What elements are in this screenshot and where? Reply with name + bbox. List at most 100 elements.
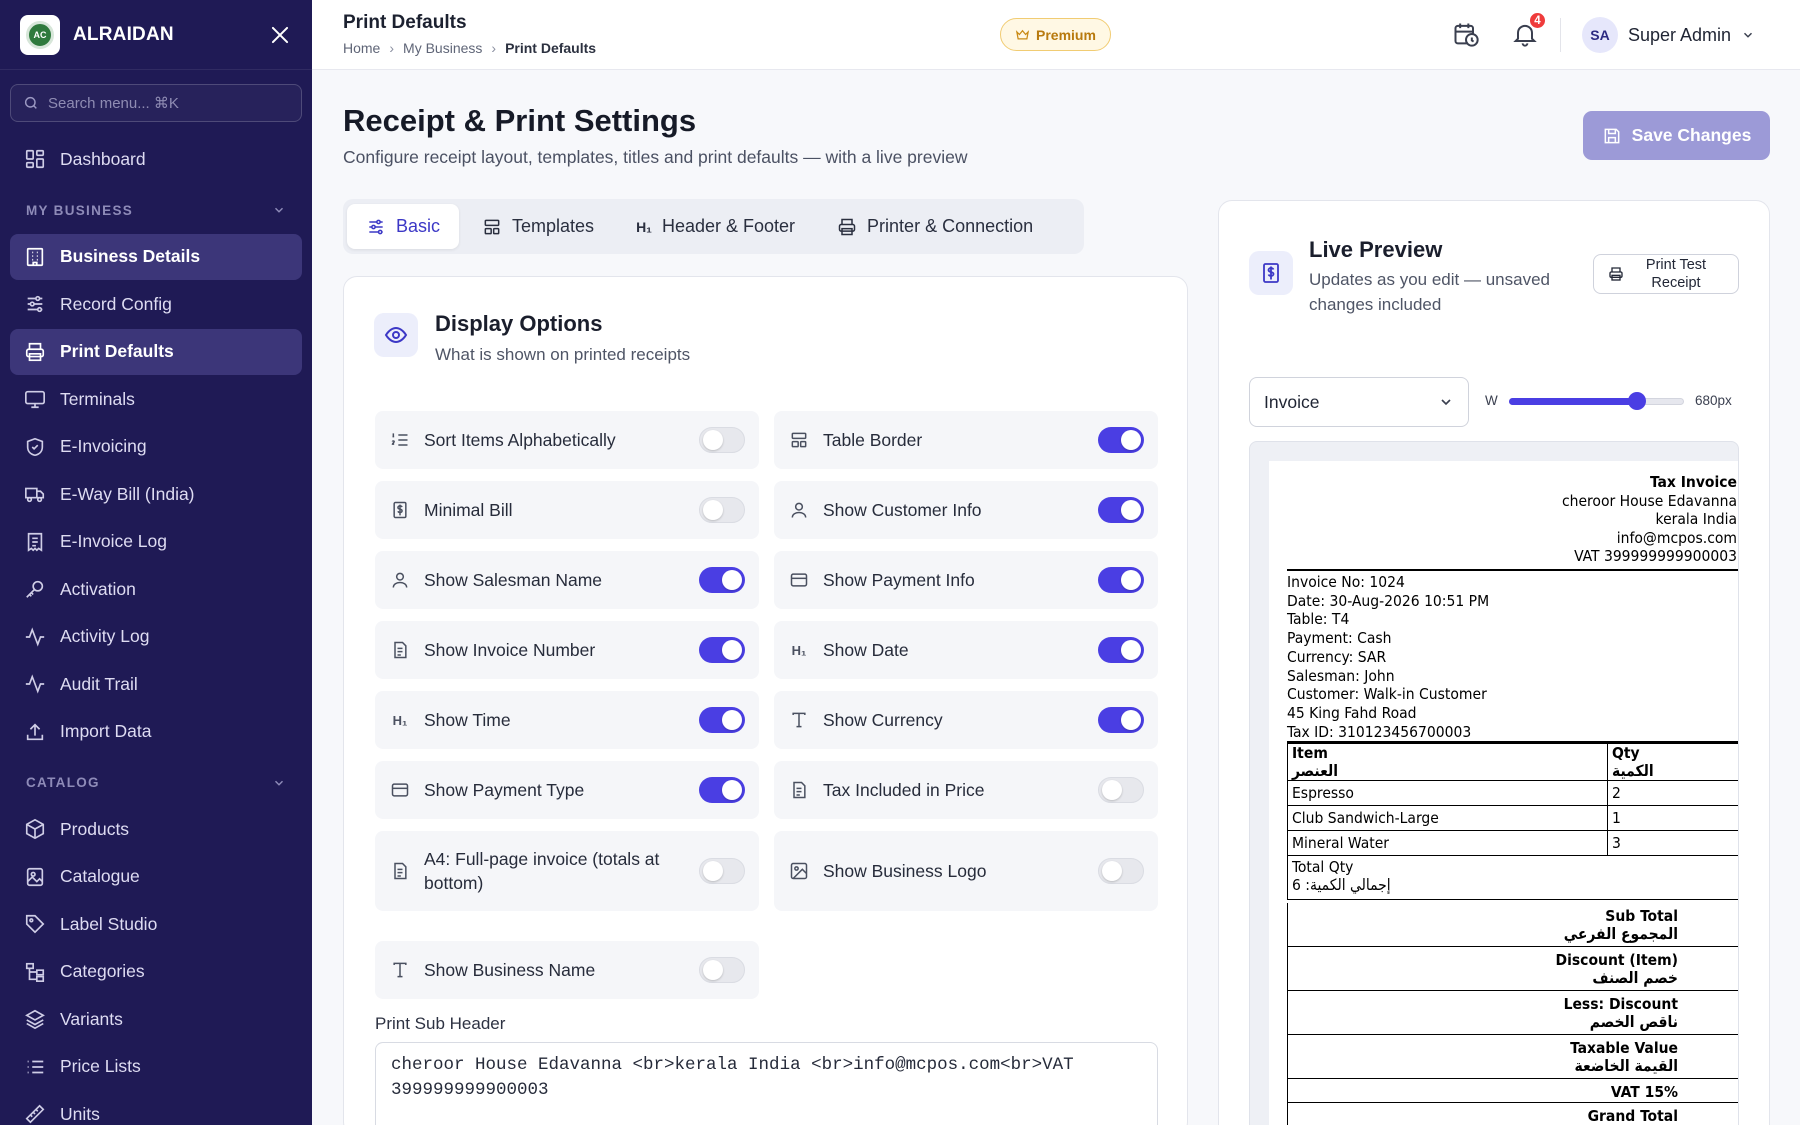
sidebar-item-record-config[interactable]: Record Config [10, 281, 302, 327]
toggle-tax-included-in-price[interactable] [1098, 777, 1144, 803]
tab-basic[interactable]: Basic [347, 204, 460, 249]
premium-label: Premium [1036, 26, 1096, 43]
display-options-subtitle: What is shown on printed receipts [435, 345, 691, 364]
nav-section-catalog[interactable]: CATALOG [0, 761, 312, 805]
sidebar-item-import-data[interactable]: Import Data [10, 709, 302, 755]
layout-icon [484, 219, 500, 234]
option-label: Table Border [823, 430, 923, 450]
sidebar-item-activity-log[interactable]: Activity Log [10, 614, 302, 660]
sidebar-item-products[interactable]: Products [10, 806, 302, 852]
tab-templates[interactable]: Templates [463, 204, 613, 249]
option-label: Show Salesman Name [424, 570, 602, 590]
chevron-down-icon [1744, 32, 1753, 38]
sidebar-item-label: Import Data [60, 721, 152, 741]
total-row: VAT 15% [1287, 1079, 1738, 1103]
image-icon [789, 861, 809, 881]
sidebar-item-units[interactable]: Units [10, 1091, 302, 1125]
option-show-customer-info: Show Customer Info [774, 481, 1158, 539]
sidebar-item-e-invoicing[interactable]: E-Invoicing [10, 424, 302, 470]
option-label: Show Currency [823, 710, 943, 730]
tab-printer-connection[interactable]: Printer & Connection [818, 204, 1052, 249]
sidebar-item-audit-trail[interactable]: Audit Trail [10, 661, 302, 707]
sidebar-item-catalogue[interactable]: Catalogue [10, 854, 302, 900]
template-select[interactable]: Invoice [1249, 377, 1469, 427]
dashboard-icon [25, 149, 45, 169]
toggle-a4-full-page-invoice-totals-at-bottom[interactable] [699, 858, 745, 884]
crown-icon [1015, 29, 1030, 40]
card-icon [390, 780, 410, 800]
total-qty-row: Total Qty 6 :إجمالي الكمية [1287, 855, 1738, 900]
tab-header-footer[interactable]: H₁ Header & Footer [617, 204, 814, 249]
toggle-show-business-logo[interactable] [1098, 858, 1144, 884]
close-sidebar-icon[interactable] [268, 23, 292, 47]
avatar: SA [1582, 17, 1618, 53]
toggle-show-invoice-number[interactable] [699, 637, 745, 663]
sidebar-item-e-invoice-log[interactable]: E-Invoice Log [10, 519, 302, 565]
total-label: Grand Total [1587, 1107, 1678, 1125]
sidebar-item-label: Variants [60, 1008, 123, 1029]
calendar-clock-icon[interactable] [1452, 20, 1480, 48]
toggle-show-date[interactable] [1098, 637, 1144, 663]
option-label: Show Payment Info [823, 570, 975, 590]
save-changes-button[interactable]: Save Changes [1583, 111, 1770, 160]
sidebar-item-activation[interactable]: Activation [10, 566, 302, 612]
menu-search[interactable] [10, 84, 302, 122]
print-sub-header-input[interactable]: cheroor House Edavanna <br>kerala India … [375, 1042, 1158, 1125]
sidebar-item-label: Categories [60, 961, 145, 981]
receipt-info: Invoice No: 1024 Date: 30-Aug-2026 10:51 … [1287, 573, 1489, 741]
sidebar-item-label-studio[interactable]: Label Studio [10, 901, 302, 947]
menu-search-input[interactable] [48, 94, 268, 112]
width-value: 680px [1695, 393, 1732, 408]
sidebar-item-business-details[interactable]: Business Details [10, 233, 302, 280]
sidebar-item-variants[interactable]: Variants [10, 996, 302, 1042]
sidebar-item-label: Label Studio [60, 913, 158, 934]
heading-icon: H₁ [392, 712, 408, 728]
file-icon [789, 780, 809, 800]
breadcrumb-my-business[interactable]: My Business [403, 40, 482, 56]
toggle-sort-items-alphabetically[interactable] [699, 427, 745, 453]
toggle-table-border[interactable] [1098, 427, 1144, 453]
total-row: Sub Total المجموع الفرعي [1287, 903, 1738, 947]
print-test-receipt-button[interactable]: Print Test Receipt [1593, 254, 1739, 294]
width-slider-thumb[interactable] [1627, 392, 1646, 410]
toggle-show-payment-type[interactable] [699, 777, 745, 803]
receipt-items-table: Item العنصر Qty الكمية Espresso 2 Club Sandw… [1287, 743, 1738, 900]
toggle-show-time[interactable] [699, 707, 745, 733]
sidebar-item-price-lists[interactable]: Price Lists [10, 1044, 302, 1090]
user-menu[interactable]: SA Super Admin [1582, 16, 1755, 54]
sidebar-item-categories[interactable]: Categories [10, 949, 302, 995]
toggle-show-currency[interactable] [1098, 707, 1144, 733]
option-show-payment-type: Show Payment Type [375, 761, 759, 819]
card-icon [789, 570, 809, 590]
breadcrumb-home[interactable]: Home [343, 40, 380, 56]
sidebar-item-label: E-Invoicing [60, 436, 147, 456]
bell-icon[interactable]: 4 [1511, 11, 1547, 48]
list-icon [27, 1060, 44, 1073]
sidebar-item-terminals[interactable]: Terminals [10, 376, 302, 422]
sidebar-item-e-way-bill[interactable]: E-Way Bill (India) [10, 471, 302, 517]
sidebar-item-dashboard[interactable]: Dashboard [10, 136, 302, 182]
toggle-show-salesman-name[interactable] [699, 567, 745, 593]
receipt-preview-area: Tax Invoice cheroor House Edavanna keral… [1249, 441, 1739, 1125]
toggle-show-customer-info[interactable] [1098, 497, 1144, 523]
sidebar-item-label: Price Lists [60, 1056, 141, 1076]
live-preview-subtitle: Updates as you edit — unsaved changes in… [1309, 270, 1550, 314]
sidebar-item-label: Terminals [60, 388, 135, 409]
sidebar-item-print-defaults[interactable]: Print Defaults [10, 328, 302, 375]
sidebar-item-label: Activation [60, 578, 136, 599]
nav-section-my-business[interactable]: MY BUSINESS [0, 188, 312, 232]
toggle-minimal-bill[interactable] [699, 497, 745, 523]
box-icon [25, 818, 45, 840]
page-subtitle: Configure receipt layout, templates, tit… [343, 147, 968, 167]
option-show-currency: Show Currency [774, 691, 1158, 749]
item-qty: 3 [1607, 830, 1738, 856]
toggle-show-business-name[interactable] [699, 957, 745, 983]
receipt-header-line: VAT 399999999900003 [1574, 547, 1737, 565]
width-slider[interactable] [1509, 392, 1684, 410]
receipt-info-line: Tax ID: 310123456700003 [1287, 722, 1472, 741]
chevron-down-icon [274, 207, 284, 213]
brand-bar: AC ALRAIDAN [0, 0, 312, 70]
toggle-show-payment-info[interactable] [1098, 567, 1144, 593]
premium-badge[interactable]: Premium [1000, 18, 1111, 51]
live-preview-card: Live Preview Updates as you edit — unsav… [1218, 200, 1770, 1125]
